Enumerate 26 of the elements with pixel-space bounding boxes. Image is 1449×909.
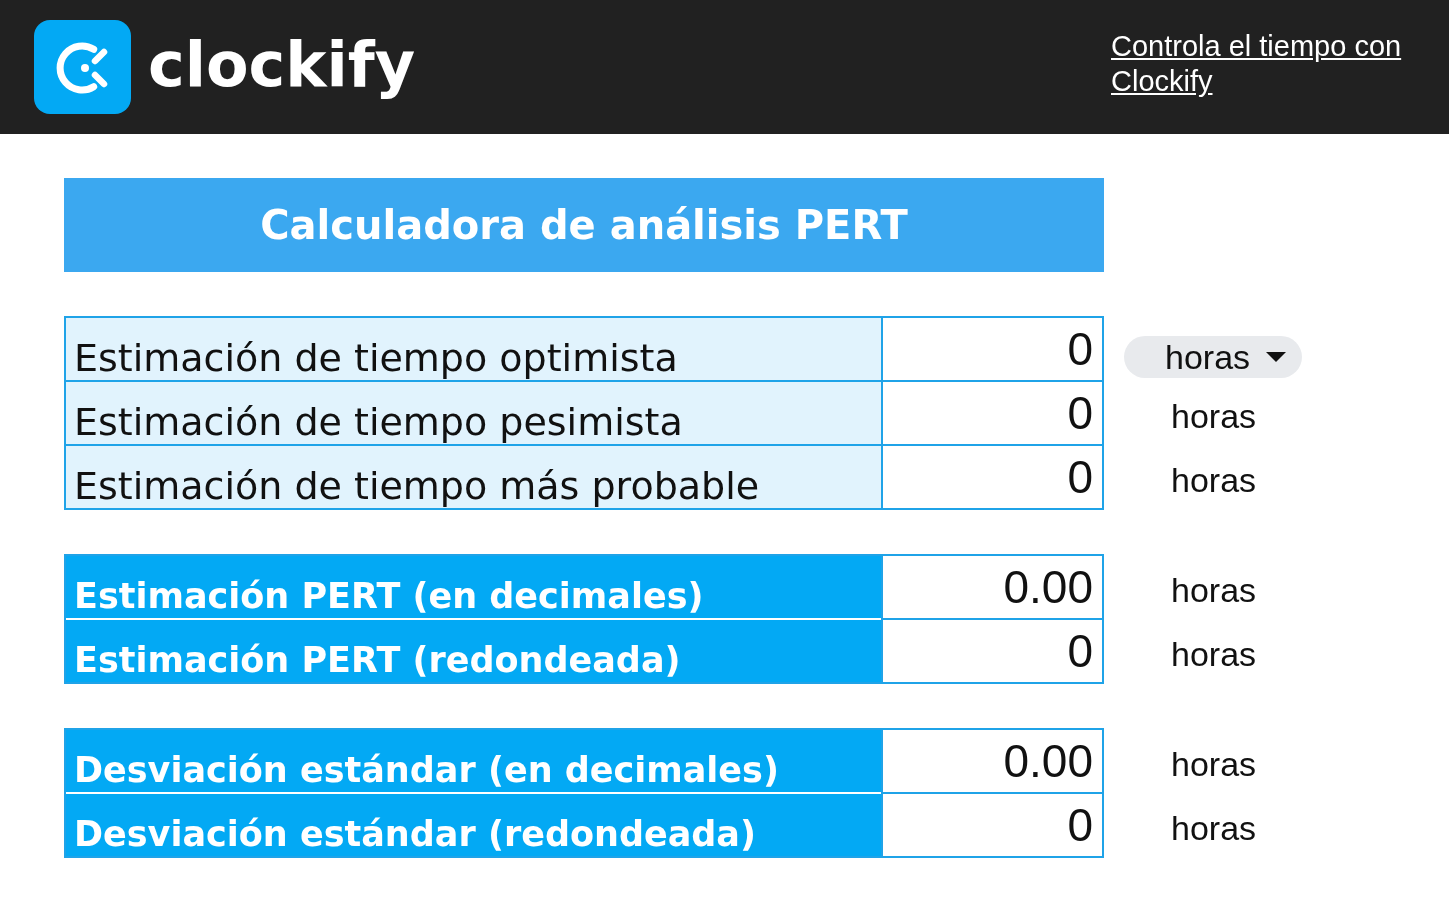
unit-label: horas xyxy=(1171,570,1257,610)
label-cell: Estimación de tiempo optimista xyxy=(66,318,881,382)
unit-dropdown[interactable]: horas xyxy=(1124,336,1303,378)
header-link[interactable]: Controla el tiempo con Clockify xyxy=(1111,29,1411,99)
unit-label: horas xyxy=(1171,460,1257,500)
result-cell: 0.00 xyxy=(883,556,1102,620)
unit-label: horas xyxy=(1171,744,1257,784)
caret-down-icon xyxy=(1266,352,1287,362)
number-input-field[interactable]: 0 xyxy=(883,446,1102,508)
unit-label: horas xyxy=(1171,808,1257,848)
unit-label: horas xyxy=(1171,396,1257,436)
unit-label: horas xyxy=(1171,634,1257,674)
number-input-field[interactable]: 0 xyxy=(883,382,1102,446)
logo-icon xyxy=(34,20,131,114)
number-input-field[interactable]: 0 xyxy=(883,318,1102,382)
title-banner: Calculadora de análisis PERT xyxy=(64,178,1104,272)
label-cell: Estimación PERT (en decimales) xyxy=(66,556,881,620)
label-cell: Desviación estándar (redondeada) xyxy=(66,794,881,856)
label-cell: Estimación PERT (redondeada) xyxy=(66,620,881,682)
result-cell: 0.00 xyxy=(883,730,1102,794)
logo-wordmark: clockify xyxy=(148,28,416,103)
label-cell: Estimación de tiempo pesimista xyxy=(66,382,881,446)
result-cell: 0 xyxy=(883,794,1102,856)
label-cell: Desviación estándar (en decimales) xyxy=(66,730,881,794)
result-cell: 0 xyxy=(883,620,1102,682)
label-cell: Estimación de tiempo más probable xyxy=(66,446,881,508)
